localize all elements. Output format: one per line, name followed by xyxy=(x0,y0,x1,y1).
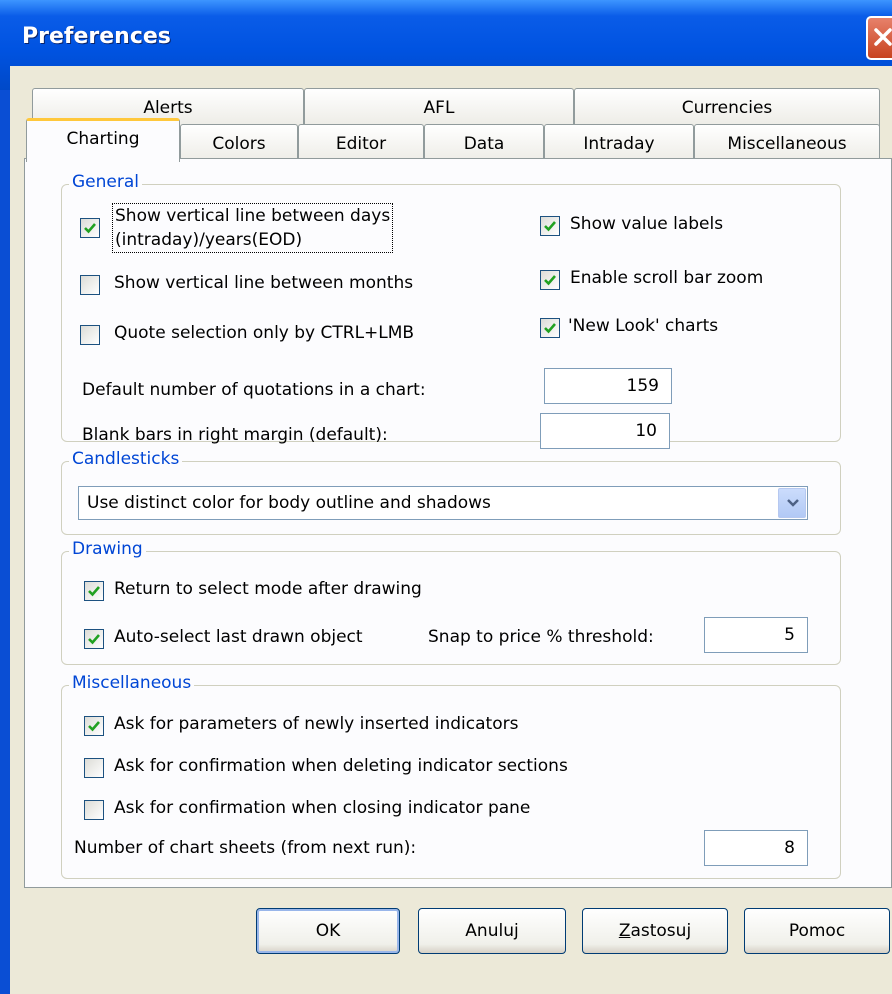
check-icon xyxy=(544,275,556,286)
check-icon xyxy=(88,634,100,645)
vline-days-checkbox[interactable] xyxy=(80,218,100,238)
chevron-down-icon xyxy=(787,499,799,507)
new-look-checkbox[interactable] xyxy=(540,318,560,338)
tab-label: Charting xyxy=(66,129,140,149)
group-candlesticks-legend: Candlesticks xyxy=(69,449,183,469)
snap-threshold-label: Snap to price % threshold: xyxy=(428,627,654,647)
help-button[interactable]: Pomoc xyxy=(744,908,890,954)
check-icon xyxy=(544,221,556,232)
ask-close-checkbox[interactable] xyxy=(84,800,104,820)
group-general: General Show vertical line between days … xyxy=(61,172,841,449)
ok-button[interactable]: OK xyxy=(256,908,400,954)
group-general-legend: General xyxy=(69,172,142,192)
ask-delete-label: Ask for confirmation when deleting indic… xyxy=(114,756,568,776)
default-quotes-input[interactable]: 159 xyxy=(544,368,672,404)
vline-days-label[interactable]: Show vertical line between days (intrada… xyxy=(112,203,394,253)
auto-select-label: Auto-select last drawn object xyxy=(114,627,363,647)
vline-days-line1: Show vertical line between days xyxy=(115,206,391,226)
snap-threshold-input[interactable]: 5 xyxy=(704,617,808,653)
tab-label: Miscellaneous xyxy=(727,134,847,154)
blank-bars-input[interactable]: 10 xyxy=(540,413,670,449)
tab-label: Intraday xyxy=(583,134,655,154)
new-look-label: 'New Look' charts xyxy=(568,316,719,336)
value-labels-checkbox[interactable] xyxy=(540,216,560,236)
ask-delete-checkbox[interactable] xyxy=(84,758,104,778)
chart-sheets-label: Number of chart sheets (from next run): xyxy=(74,838,417,858)
default-quotes-label: Default number of quotations in a chart: xyxy=(82,380,426,400)
tab-charting[interactable]: Charting xyxy=(26,118,180,162)
tab-panel-charting: General Show vertical line between days … xyxy=(24,158,892,888)
check-icon xyxy=(84,223,96,234)
tab-afl[interactable]: AFL xyxy=(304,88,574,128)
close-icon xyxy=(874,28,892,46)
return-select-label: Return to select mode after drawing xyxy=(114,579,422,599)
tab-currencies[interactable]: Currencies xyxy=(574,88,880,128)
auto-select-checkbox[interactable] xyxy=(84,629,104,649)
quote-selection-label: Quote selection only by CTRL+LMB xyxy=(114,323,415,343)
apply-label: astosuj xyxy=(630,921,692,941)
ask-close-label: Ask for confirmation when closing indica… xyxy=(114,798,531,818)
window-title: Preferences xyxy=(22,24,171,49)
blank-bars-label: Blank bars in right margin (default): xyxy=(82,425,388,445)
group-miscellaneous-legend: Miscellaneous xyxy=(69,673,195,693)
value-labels-label: Show value labels xyxy=(570,214,724,234)
ask-params-label: Ask for parameters of newly inserted ind… xyxy=(114,714,519,734)
tab-label: Editor xyxy=(335,134,387,154)
check-icon xyxy=(88,586,100,597)
check-icon xyxy=(88,721,100,732)
tab-label: AFL xyxy=(423,98,455,118)
apply-mnemonic: Z xyxy=(618,921,631,941)
tab-label: Colors xyxy=(212,134,266,154)
group-drawing: Drawing Return to select mode after draw… xyxy=(61,539,841,665)
tab-label: Alerts xyxy=(143,98,193,118)
candlesticks-selected-value: Use distinct color for body outline and … xyxy=(87,493,491,513)
group-drawing-legend: Drawing xyxy=(69,539,146,559)
check-icon xyxy=(544,323,556,334)
dropdown-button[interactable] xyxy=(778,488,806,518)
apply-button[interactable]: Zastosuj xyxy=(582,908,728,954)
quote-selection-checkbox[interactable] xyxy=(80,325,100,345)
cancel-button[interactable]: Anuluj xyxy=(418,908,566,954)
chart-sheets-input[interactable]: 8 xyxy=(704,830,808,866)
group-candlesticks: Candlesticks Use distinct color for body… xyxy=(61,449,841,535)
vline-days-line2: (intraday)/years(EOD) xyxy=(115,230,303,250)
vline-months-label: Show vertical line between months xyxy=(114,273,414,293)
scroll-zoom-label: Enable scroll bar zoom xyxy=(570,268,764,288)
window-border xyxy=(0,90,10,994)
scroll-zoom-checkbox[interactable] xyxy=(540,270,560,290)
candlesticks-dropdown[interactable]: Use distinct color for body outline and … xyxy=(78,486,808,520)
return-select-checkbox[interactable] xyxy=(84,581,104,601)
vline-months-checkbox[interactable] xyxy=(80,275,100,295)
tab-label: Data xyxy=(463,134,505,154)
ask-params-checkbox[interactable] xyxy=(84,716,104,736)
close-button[interactable] xyxy=(866,16,892,60)
group-miscellaneous: Miscellaneous Ask for parameters of newl… xyxy=(61,673,841,879)
tab-label: Currencies xyxy=(681,98,773,118)
